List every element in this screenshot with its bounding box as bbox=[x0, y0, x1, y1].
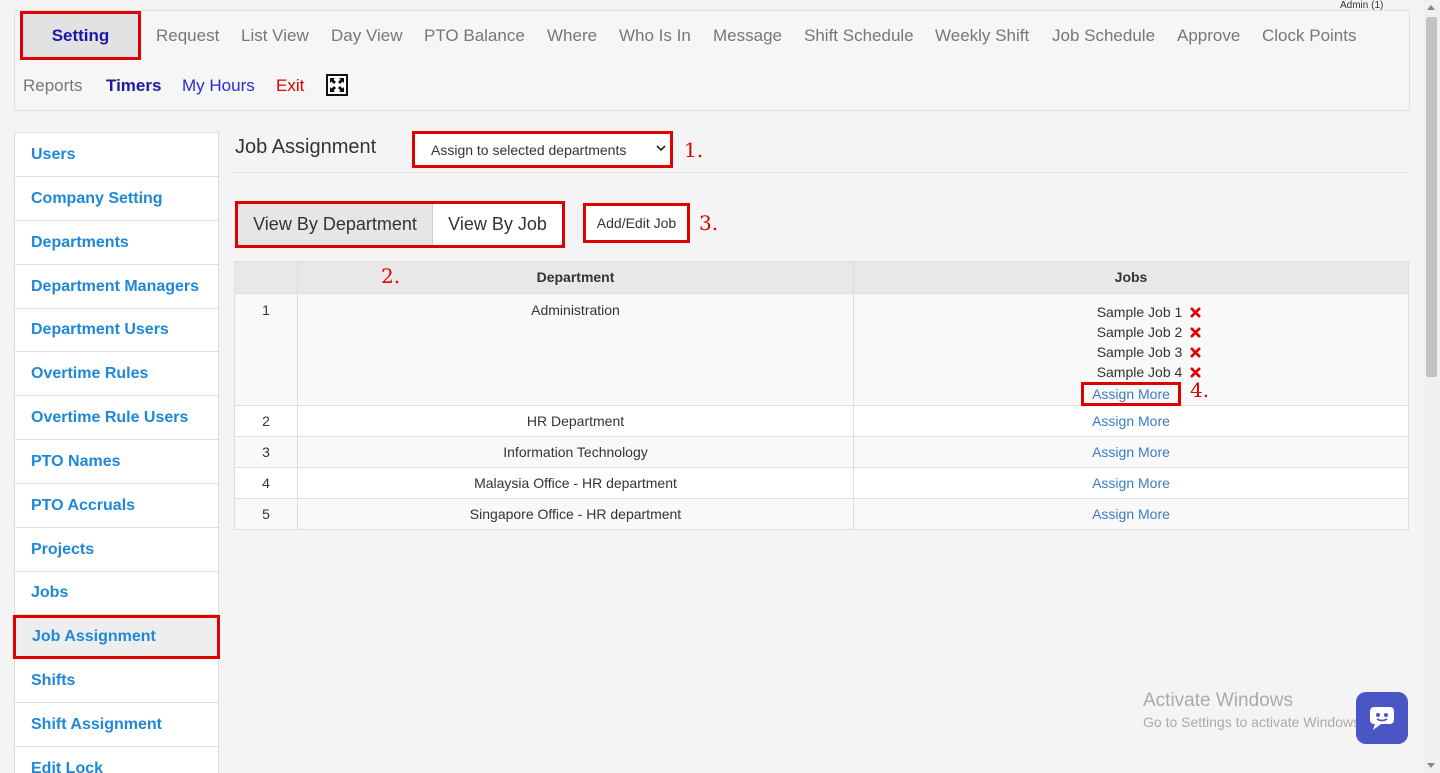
assign-mode-select[interactable]: Assign to selected departments bbox=[412, 131, 673, 168]
scrollbar-thumb[interactable] bbox=[1426, 17, 1437, 377]
add-edit-job-button[interactable]: Add/Edit Job bbox=[583, 203, 690, 243]
jobs-cell: Assign More bbox=[853, 468, 1408, 498]
assign-mode-value: Assign to selected departments bbox=[431, 141, 627, 158]
sidebar-item-job-assignment[interactable]: Job Assignment bbox=[13, 615, 220, 659]
assign-more-link[interactable]: Assign More bbox=[1092, 444, 1170, 460]
callout-2: 2. bbox=[381, 264, 401, 288]
sidebar-item-pto-accruals[interactable]: PTO Accruals bbox=[15, 484, 218, 528]
sidebar-item-department-managers[interactable]: Department Managers bbox=[15, 265, 218, 309]
job-name: Sample Job 1 bbox=[1096, 304, 1183, 320]
row-number: 3 bbox=[262, 444, 270, 460]
table-row: 1 Administration Sample Job 1 Sample Job… bbox=[235, 293, 1408, 406]
jobs-cell: Sample Job 1 Sample Job 2 Sample Job 3 S… bbox=[853, 294, 1408, 406]
view-by-job-button[interactable]: View By Job bbox=[433, 204, 562, 245]
sidebar-item-projects[interactable]: Projects bbox=[15, 528, 218, 572]
header-divider bbox=[233, 172, 1409, 173]
x-remove-icon[interactable] bbox=[1190, 326, 1201, 338]
page-title: Job Assignment bbox=[235, 136, 377, 158]
nav-timers[interactable]: Timers bbox=[106, 76, 161, 96]
sidebar-item-company-setting[interactable]: Company Setting bbox=[15, 177, 218, 221]
x-remove-icon[interactable] bbox=[1190, 366, 1201, 378]
nav-pto-balance[interactable]: PTO Balance bbox=[424, 26, 525, 46]
scroll-up-arrow-icon[interactable] bbox=[1427, 5, 1435, 10]
watermark-subtitle: Go to Settings to activate Windows. bbox=[1143, 714, 1364, 730]
nav-exit[interactable]: Exit bbox=[276, 76, 304, 96]
nav-shift-schedule[interactable]: Shift Schedule bbox=[804, 26, 914, 46]
sidebar-item-department-users[interactable]: Department Users bbox=[15, 308, 218, 352]
callout-3: 3. bbox=[699, 211, 719, 235]
nav-list-view[interactable]: List View bbox=[241, 26, 309, 46]
table-row: 5 Singapore Office - HR department Assig… bbox=[235, 498, 1408, 529]
x-remove-icon[interactable] bbox=[1190, 346, 1201, 358]
table-row: 4 Malaysia Office - HR department Assign… bbox=[235, 467, 1408, 498]
job-name: Sample Job 4 bbox=[1096, 364, 1183, 380]
department-name: HR Department bbox=[297, 406, 853, 436]
top-navigation: Setting Request List View Day View PTO B… bbox=[14, 10, 1410, 111]
nav-clock-points[interactable]: Clock Points bbox=[1262, 26, 1356, 46]
sidebar-item-shift-assignment[interactable]: Shift Assignment bbox=[15, 703, 218, 747]
fullscreen-icon[interactable] bbox=[326, 74, 348, 96]
scroll-down-arrow-icon[interactable] bbox=[1427, 763, 1435, 768]
job-entry: Sample Job 1 bbox=[890, 302, 1408, 322]
table-header-row: Department Jobs bbox=[235, 262, 1408, 293]
department-name: Information Technology bbox=[297, 437, 853, 467]
sidebar-item-shifts[interactable]: Shifts bbox=[15, 659, 218, 703]
table-row: 3 Information Technology Assign More bbox=[235, 436, 1408, 467]
nav-setting[interactable]: Setting bbox=[20, 11, 141, 60]
callout-1: 1. bbox=[684, 138, 704, 162]
settings-sidebar: Users Company Setting Departments Depart… bbox=[13, 132, 220, 773]
sidebar-item-users[interactable]: Users bbox=[15, 133, 218, 177]
sidebar-item-edit-lock[interactable]: Edit Lock bbox=[15, 747, 218, 773]
assign-more-link[interactable]: Assign More bbox=[1092, 506, 1170, 522]
job-entry: Sample Job 2 bbox=[890, 322, 1408, 342]
nav-reports[interactable]: Reports bbox=[23, 76, 83, 96]
sidebar-item-jobs[interactable]: Jobs bbox=[15, 571, 218, 615]
sidebar-item-overtime-rules[interactable]: Overtime Rules bbox=[15, 352, 218, 396]
x-remove-icon[interactable] bbox=[1190, 306, 1201, 318]
row-number: 2 bbox=[262, 413, 270, 429]
page-scrollbar[interactable] bbox=[1423, 0, 1440, 773]
nav-job-schedule[interactable]: Job Schedule bbox=[1052, 26, 1155, 46]
nav-request[interactable]: Request bbox=[156, 26, 219, 46]
table-row: 2 HR Department Assign More bbox=[235, 405, 1408, 436]
nav-day-view[interactable]: Day View bbox=[331, 26, 403, 46]
row-number: 1 bbox=[262, 302, 270, 318]
callout-4: 4. bbox=[1190, 378, 1210, 402]
job-assignment-table: Department Jobs 1 Administration Sample … bbox=[234, 261, 1409, 530]
assign-more-link[interactable]: Assign More bbox=[1092, 475, 1170, 491]
sidebar-item-overtime-rule-users[interactable]: Overtime Rule Users bbox=[15, 396, 218, 440]
department-name: Administration bbox=[297, 294, 853, 405]
view-toggle-group: View By Department View By Job bbox=[235, 201, 565, 248]
jobs-cell: Assign More bbox=[853, 437, 1408, 467]
job-entry: Sample Job 3 bbox=[890, 342, 1408, 362]
department-name: Singapore Office - HR department bbox=[297, 499, 853, 529]
row-number: 5 bbox=[262, 506, 270, 522]
nav-who-is-in[interactable]: Who Is In bbox=[619, 26, 691, 46]
department-name: Malaysia Office - HR department bbox=[297, 468, 853, 498]
chat-bubble-icon bbox=[1370, 707, 1394, 730]
view-by-department-button[interactable]: View By Department bbox=[238, 204, 433, 245]
nav-weekly-shift[interactable]: Weekly Shift bbox=[935, 26, 1029, 46]
row-number: 4 bbox=[262, 475, 270, 491]
nav-my-hours[interactable]: My Hours bbox=[182, 76, 255, 96]
column-header-jobs: Jobs bbox=[853, 262, 1408, 293]
jobs-cell: Assign More bbox=[853, 499, 1408, 529]
nav-where[interactable]: Where bbox=[547, 26, 597, 46]
nav-approve[interactable]: Approve bbox=[1177, 26, 1240, 46]
chat-widget-button[interactable] bbox=[1356, 692, 1408, 744]
windows-activation-watermark: Activate Windows Go to Settings to activ… bbox=[1143, 690, 1364, 730]
watermark-title: Activate Windows bbox=[1143, 690, 1293, 711]
chevron-down-icon bbox=[656, 145, 666, 152]
column-header-num bbox=[235, 262, 297, 293]
nav-message[interactable]: Message bbox=[713, 26, 782, 46]
assign-more-link[interactable]: Assign More bbox=[1092, 413, 1170, 429]
jobs-cell: Assign More bbox=[853, 406, 1408, 436]
job-name: Sample Job 2 bbox=[1096, 324, 1183, 340]
job-name: Sample Job 3 bbox=[1096, 344, 1183, 360]
assign-more-link[interactable]: Assign More bbox=[1081, 382, 1181, 406]
sidebar-item-pto-names[interactable]: PTO Names bbox=[15, 440, 218, 484]
sidebar-item-departments[interactable]: Departments bbox=[15, 221, 218, 265]
job-entry: Sample Job 4 bbox=[890, 362, 1408, 382]
